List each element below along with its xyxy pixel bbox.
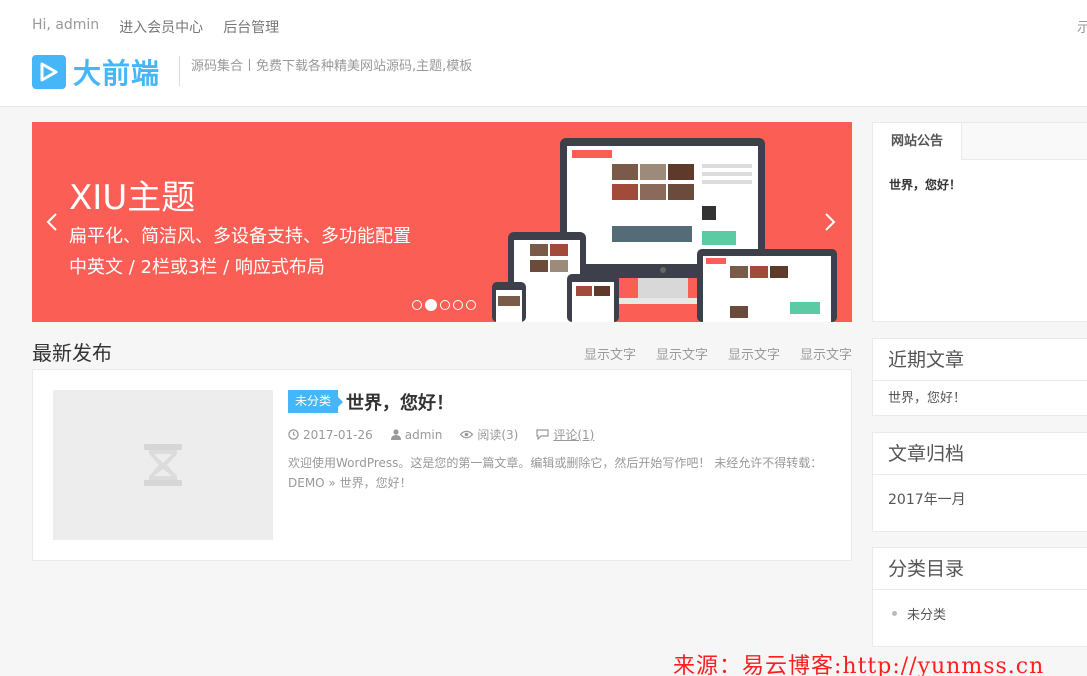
top-right-link[interactable]: 示: [1077, 17, 1087, 37]
play-icon: [32, 55, 66, 89]
notice-tabs: 网站公告: [873, 123, 1087, 160]
hourglass-icon: [144, 444, 182, 486]
archive-widget: 文章归档 2017年一月: [872, 432, 1087, 532]
category-badge[interactable]: 未分类: [288, 390, 344, 413]
post-views: 阅读(3): [460, 426, 518, 443]
latest-link[interactable]: 显示文字: [656, 344, 708, 363]
site-header: Hi, admin 进入会员中心 后台管理 示 大前端 源码集合丨免费下载各种精…: [0, 0, 1087, 107]
eye-icon: [460, 430, 474, 439]
latest-link[interactable]: 显示文字: [800, 344, 852, 363]
site-tagline: 源码集合丨免费下载各种精美网站源码,主题,模板: [191, 59, 473, 74]
category-list-item[interactable]: 未分类: [873, 590, 1087, 623]
slider-dots: [412, 299, 476, 311]
latest-link[interactable]: 显示文字: [728, 344, 780, 363]
post-excerpt: 欢迎使用WordPress。这是您的第一篇文章。编辑或删除它，然后开始写作吧！ …: [288, 456, 823, 490]
user-greeting: Hi, admin: [32, 17, 100, 33]
categories-title: 分类目录: [873, 548, 1087, 590]
category-item-label: 未分类: [907, 608, 947, 623]
chevron-left-icon: [46, 213, 57, 231]
latest-link[interactable]: 显示文字: [584, 344, 636, 363]
clock-icon: [288, 429, 299, 440]
logo-text: 大前端: [73, 57, 161, 90]
post-meta: 2017-01-26 admin 阅读(3) 评论(1): [288, 426, 594, 443]
bullet-icon: [892, 611, 897, 616]
latest-section-title: 最新发布: [32, 341, 112, 365]
post-thumbnail[interactable]: [53, 390, 273, 540]
slider-dot[interactable]: [412, 300, 422, 310]
slide-subtitle-2: 中英文 / 2栏或3栏 / 响应式布局: [69, 257, 325, 278]
post-title[interactable]: 世界，您好！: [346, 389, 454, 415]
tab-site-notice[interactable]: 网站公告: [873, 123, 962, 160]
comment-icon: [536, 429, 549, 440]
notice-body[interactable]: 世界，您好！: [873, 160, 1087, 209]
slider-prev-arrow[interactable]: [42, 210, 62, 234]
post-author-text: admin: [404, 427, 443, 442]
devices-illustration: [492, 138, 837, 322]
top-nav: Hi, admin 进入会员中心 后台管理: [32, 17, 279, 37]
site-logo[interactable]: 大前端: [32, 52, 160, 92]
user-icon: [390, 429, 401, 440]
hero-slider[interactable]: XIU主题 扁平化、简洁风、多设备支持、多功能配置 中英文 / 2栏或3栏 / …: [32, 122, 852, 322]
slide-subtitle-1: 扁平化、简洁风、多设备支持、多功能配置: [69, 226, 411, 247]
archive-item[interactable]: 2017年一月: [873, 475, 1087, 509]
post-card: 未分类 世界，您好！ 2017-01-26 admin 阅读(3) 评论(1) …: [32, 369, 852, 561]
post-comments[interactable]: 评论(1): [536, 426, 594, 443]
admin-panel-link[interactable]: 后台管理: [223, 17, 279, 37]
logo-divider: [179, 56, 180, 86]
latest-links: 显示文字 显示文字 显示文字 显示文字: [584, 344, 852, 363]
post-author[interactable]: admin: [390, 426, 443, 443]
slider-dot[interactable]: [440, 300, 450, 310]
slider-dot-active[interactable]: [425, 299, 437, 311]
post-comments-text: 评论(1): [553, 428, 595, 442]
recent-posts-title: 近期文章: [873, 339, 1087, 381]
slide-title: XIU主题: [69, 178, 196, 218]
notice-widget: 网站公告 世界，您好！: [872, 122, 1087, 322]
archive-title: 文章归档: [873, 433, 1087, 475]
recent-post-item[interactable]: 世界，您好！: [873, 381, 1087, 417]
post-date: 2017-01-26: [288, 426, 373, 443]
source-watermark: 来源：易云博客:http://yunmss.cn: [673, 654, 1045, 676]
slider-dot[interactable]: [453, 300, 463, 310]
categories-widget: 分类目录 未分类: [872, 547, 1087, 647]
post-views-text: 阅读(3): [477, 428, 519, 442]
recent-posts-widget: 近期文章 世界，您好！: [872, 338, 1087, 416]
post-date-text: 2017-01-26: [303, 427, 373, 442]
member-center-link[interactable]: 进入会员中心: [119, 17, 203, 37]
slider-dot[interactable]: [466, 300, 476, 310]
